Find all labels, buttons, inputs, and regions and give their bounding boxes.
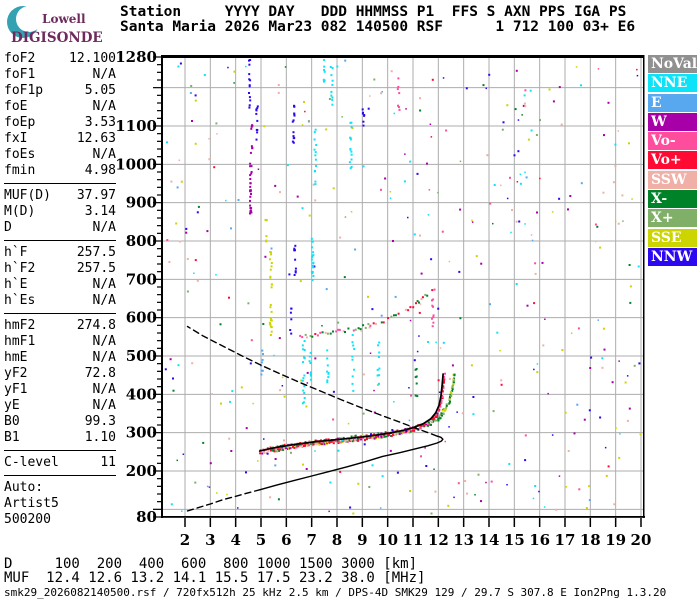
legend-item-sse: SSE — [648, 228, 697, 247]
x-tick-label: 17 — [555, 531, 576, 549]
distance-row: D 100 200 400 600 800 1000 1500 3000 [km… — [4, 556, 418, 572]
legend-item-x: X+ — [648, 209, 697, 228]
x-tick-label: 3 — [205, 531, 215, 549]
grid — [162, 57, 643, 517]
x-tick-label: 4 — [230, 531, 240, 549]
x-tick-label: 5 — [256, 531, 266, 549]
x-tick-label: 6 — [281, 531, 291, 549]
y-tick-label: 1100 — [115, 117, 157, 135]
legend-item-ssw: SSW — [648, 170, 697, 189]
file-info-line: smk29_2026082140500.rsf / 720fx512h 25 k… — [4, 586, 667, 599]
plot-frame — [161, 55, 645, 518]
legend-item-nnw: NNW — [648, 247, 697, 266]
echo-dots-layer — [164, 59, 641, 515]
profile-curves-layer — [186, 325, 444, 512]
legend-item-noval: NoVal — [648, 55, 697, 73]
x-tick-label: 20 — [631, 531, 652, 549]
y-tick-label: 600 — [126, 309, 157, 327]
x-tick-label: 19 — [605, 531, 626, 549]
legend-item-vo: Vo- — [648, 132, 697, 151]
bottomside-profile-dashed — [186, 489, 261, 512]
x-tick-label: 9 — [357, 531, 367, 549]
y-tick-label: 700 — [126, 270, 157, 288]
x-tick-label: 12 — [428, 531, 449, 549]
x-tick-label: 2 — [180, 531, 190, 549]
x-tick-label: 7 — [306, 531, 316, 549]
y-tick-label: 1280 — [115, 48, 157, 66]
x-tick-label: 11 — [403, 531, 424, 549]
ionogram-plot: 2 3 4 5 6 7 8 9 10 11 12 13 14 15 16 17 18 19 20 1280 1100 10… — [115, 48, 651, 549]
x-tick-label: 14 — [479, 531, 500, 549]
x-tick-label: 16 — [529, 531, 550, 549]
y-tick-label: 300 — [126, 424, 157, 442]
x-tick-label: 18 — [580, 531, 601, 549]
ionogram-screen: Lowell DIGISONDE Station YYYY DAY DDD HH… — [0, 0, 700, 600]
y-tick-label: 400 — [126, 385, 157, 403]
legend-item-e: E — [648, 93, 697, 112]
color-legend: NoVal NNE E W Vo- Vo+ SSW X- X+ SSE NNW — [648, 55, 697, 267]
x-tick-label: 10 — [377, 531, 398, 549]
y-tick-label: 80 — [136, 508, 157, 526]
bottom-status-block: D 100 200 400 600 800 1000 1500 3000 [km… — [4, 557, 666, 599]
y-tick-label: 1000 — [115, 155, 157, 173]
y-tick-label: 800 — [126, 232, 157, 250]
topside-profile-dashed — [186, 325, 438, 437]
x-tick-label: 8 — [332, 531, 342, 549]
y-tick-label: 500 — [126, 347, 157, 365]
y-tick-label: 200 — [126, 462, 157, 480]
legend-item-nne: NNE — [648, 74, 697, 93]
axes: 2 3 4 5 6 7 8 9 10 11 12 13 14 15 16 17 18 19 20 1280 1100 10… — [115, 48, 651, 549]
legend-item-w: W — [648, 112, 697, 131]
y-tick-label: 900 — [126, 194, 157, 212]
legend-item-vo: Vo+ — [648, 151, 697, 170]
x-tick-label: 13 — [453, 531, 474, 549]
legend-item-x: X- — [648, 190, 697, 209]
x-tick-label: 15 — [504, 531, 525, 549]
muf-row: MUF 12.4 12.6 13.2 14.1 15.5 17.5 23.2 3… — [4, 570, 426, 586]
